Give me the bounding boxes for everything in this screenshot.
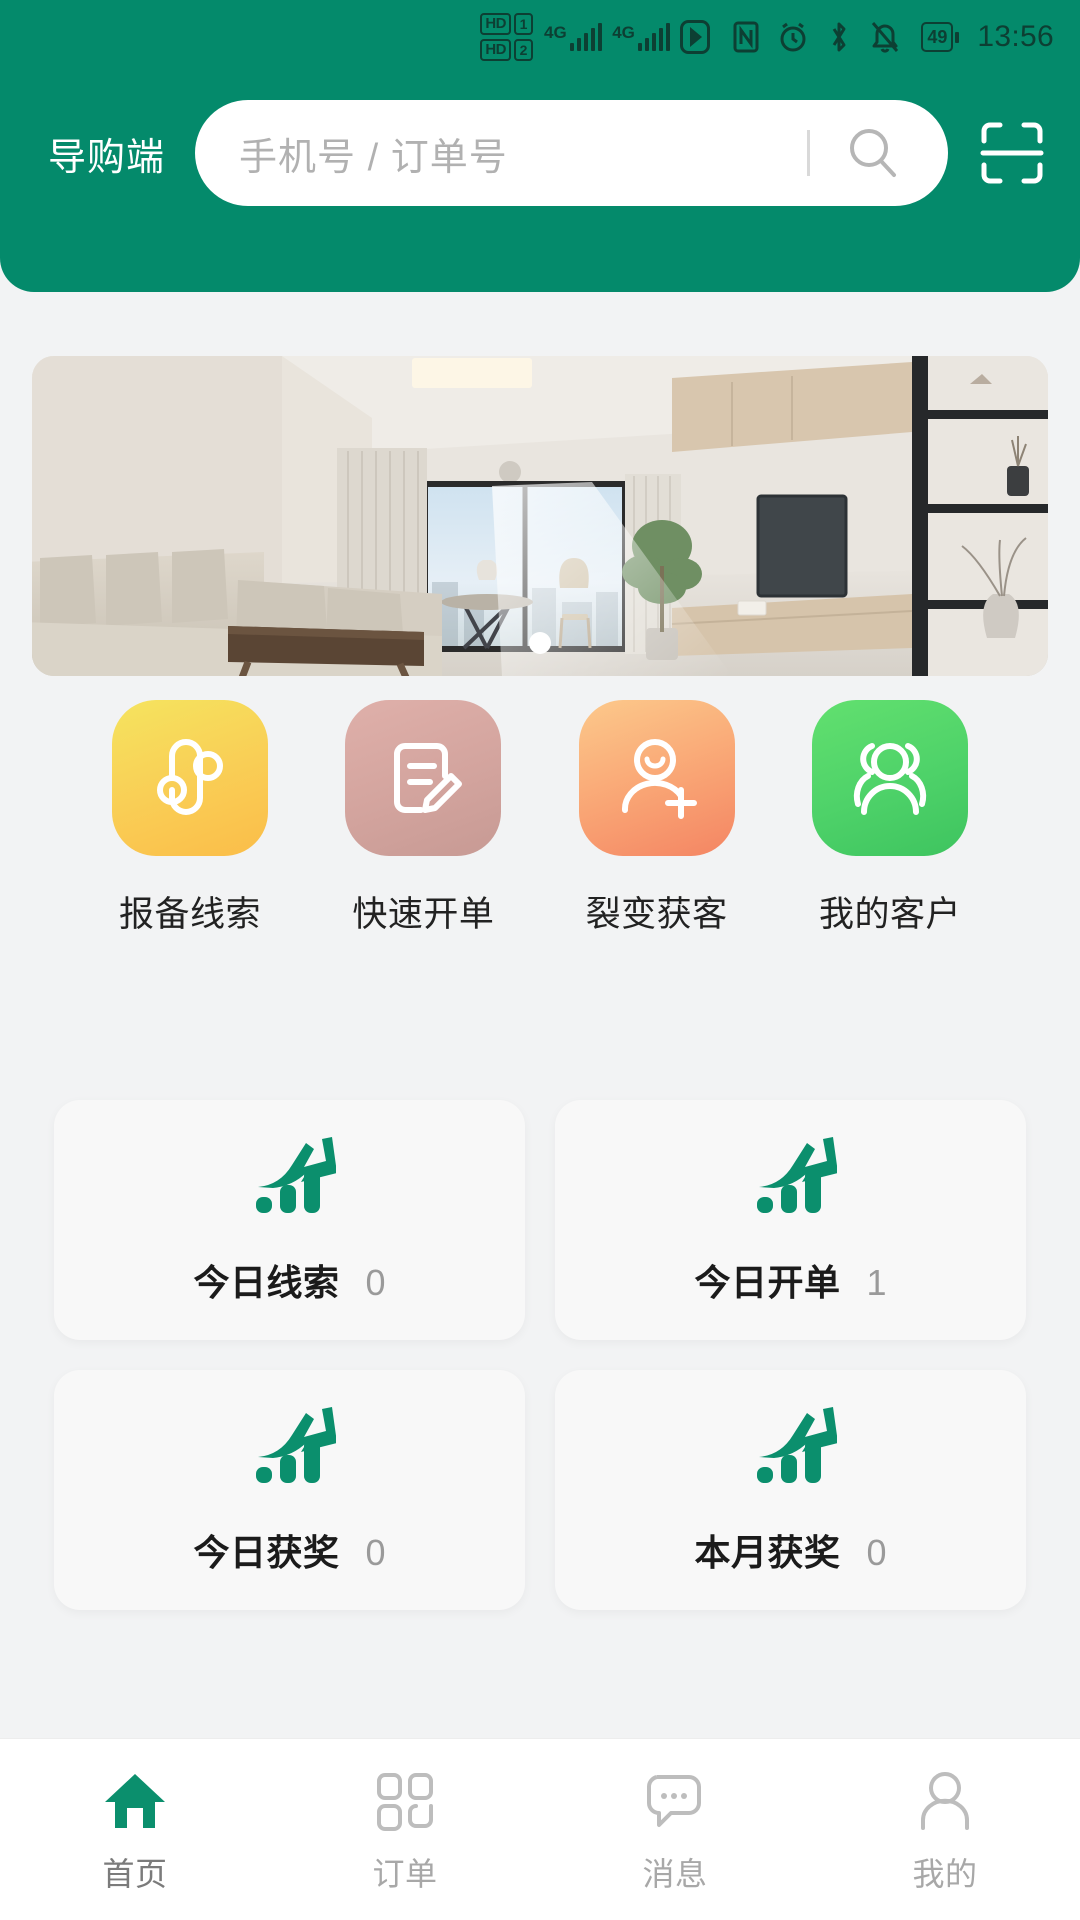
search-bar[interactable]: 手机号 / 订单号 [195,100,948,206]
growth-chart-icon [244,1135,337,1232]
tab-label: 订单 [372,1856,438,1892]
hd-badge-sim2: HD [480,39,512,61]
stat-value: 0 [866,1531,887,1573]
search-input[interactable]: 手机号 / 订单号 [239,126,807,181]
order-edit-tile[interactable] [345,700,502,856]
quick-action-report-clue[interactable]: 报备线索 [100,700,280,937]
chat-message-icon [643,1767,707,1835]
network-type-sim1: 4G [544,23,567,42]
stat-card-grid: 今日线索 0 今日开单 1 今日获奖 0 本月获奖 0 [54,1100,1026,1610]
clue-report-tile[interactable] [112,700,268,856]
search-divider [807,130,810,176]
mute-icon [870,20,900,54]
quick-action-label: 快速开单 [352,895,495,934]
add-customer-icon [621,739,697,819]
network-type-sim2: 4G [612,23,635,42]
stat-card-today-clues[interactable]: 今日线索 0 [54,1100,525,1340]
stat-label: 今日线索 [193,1261,340,1303]
stat-label: 今日开单 [694,1261,841,1303]
add-customer-tile[interactable] [578,700,735,856]
tab-label: 消息 [642,1856,708,1892]
stat-card-today-orders[interactable]: 今日开单 1 [555,1100,1026,1340]
quick-action-label: 我的客户 [818,895,961,934]
profile-person-icon [915,1767,975,1835]
quick-action-fast-order[interactable]: 快速开单 [333,700,513,937]
growth-chart-icon [244,1405,337,1502]
order-edit-icon [394,743,463,813]
signal-bars-icon [569,23,603,51]
customers-group-tile[interactable] [811,700,968,856]
battery-tip [955,31,960,43]
growth-chart-icon [745,1135,838,1232]
app-screen: HD 1 HD 2 4G 4G 49 13:56 导购端 手机号 / 订单号 报… [0,0,1080,1920]
carousel-dots[interactable] [32,632,1048,654]
stat-value: 0 [365,1531,386,1573]
battery-indicator: 49 [921,22,960,52]
clue-report-icon [157,739,223,815]
quick-action-my-customers[interactable]: 我的客户 [800,700,980,937]
hd-number-sim2: 2 [514,39,534,61]
quick-action-label: 报备线索 [118,895,261,934]
alarm-icon [778,21,808,53]
signal-bars-icon [637,23,671,51]
app-header: HD 1 HD 2 4G 4G 49 13:56 导购端 手机号 / 订单号 [0,0,1080,292]
quick-action-fission-acquire[interactable]: 裂变获客 [567,700,747,937]
banner-image [32,356,1048,676]
hd-badge-sim1: HD [480,13,512,35]
signal-sim1: 4G [544,23,603,51]
tab-label: 我的 [912,1856,978,1892]
stat-value: 0 [365,1261,386,1303]
hd-number-sim1: 1 [514,13,534,35]
stat-value: 1 [866,1261,887,1303]
carousel-dot-active[interactable] [529,632,551,654]
quick-action-label: 裂变获客 [585,895,728,934]
scan-icon[interactable] [974,115,1050,191]
growth-chart-icon [745,1405,838,1502]
status-bar: HD 1 HD 2 4G 4G 49 13:56 [0,0,1080,74]
search-icon[interactable] [844,124,902,182]
stat-label: 本月获奖 [694,1531,841,1573]
home-icon [103,1767,167,1835]
vpn-icon [680,20,711,54]
nfc-icon [733,21,759,53]
tab-orders[interactable]: 订单 [270,1767,540,1895]
tab-messages[interactable]: 消息 [540,1767,810,1895]
banner-carousel[interactable] [32,356,1048,676]
customers-group-icon [853,743,927,815]
signal-sim2: 4G [612,23,671,51]
tab-home[interactable]: 首页 [0,1767,270,1895]
hd-indicators: HD 1 HD 2 [480,13,534,61]
stat-label: 今日获奖 [193,1531,340,1573]
stat-card-month-awards[interactable]: 本月获奖 0 [555,1370,1026,1610]
grid-orders-icon [374,1767,436,1835]
stat-card-today-awards[interactable]: 今日获奖 0 [54,1370,525,1610]
quick-actions: 报备线索 快速开单 裂变获客 我的客户 [0,700,1080,937]
tab-profile[interactable]: 我的 [810,1767,1080,1895]
header-bar: 导购端 手机号 / 订单号 [0,98,1080,208]
bluetooth-icon [827,20,851,54]
app-brand-title: 导购端 [48,136,166,179]
status-clock: 13:56 [977,20,1054,53]
bottom-tab-bar: 首页 订单 消息 我的 [0,1738,1080,1920]
tab-label: 首页 [102,1856,168,1892]
battery-percent: 49 [921,22,954,52]
